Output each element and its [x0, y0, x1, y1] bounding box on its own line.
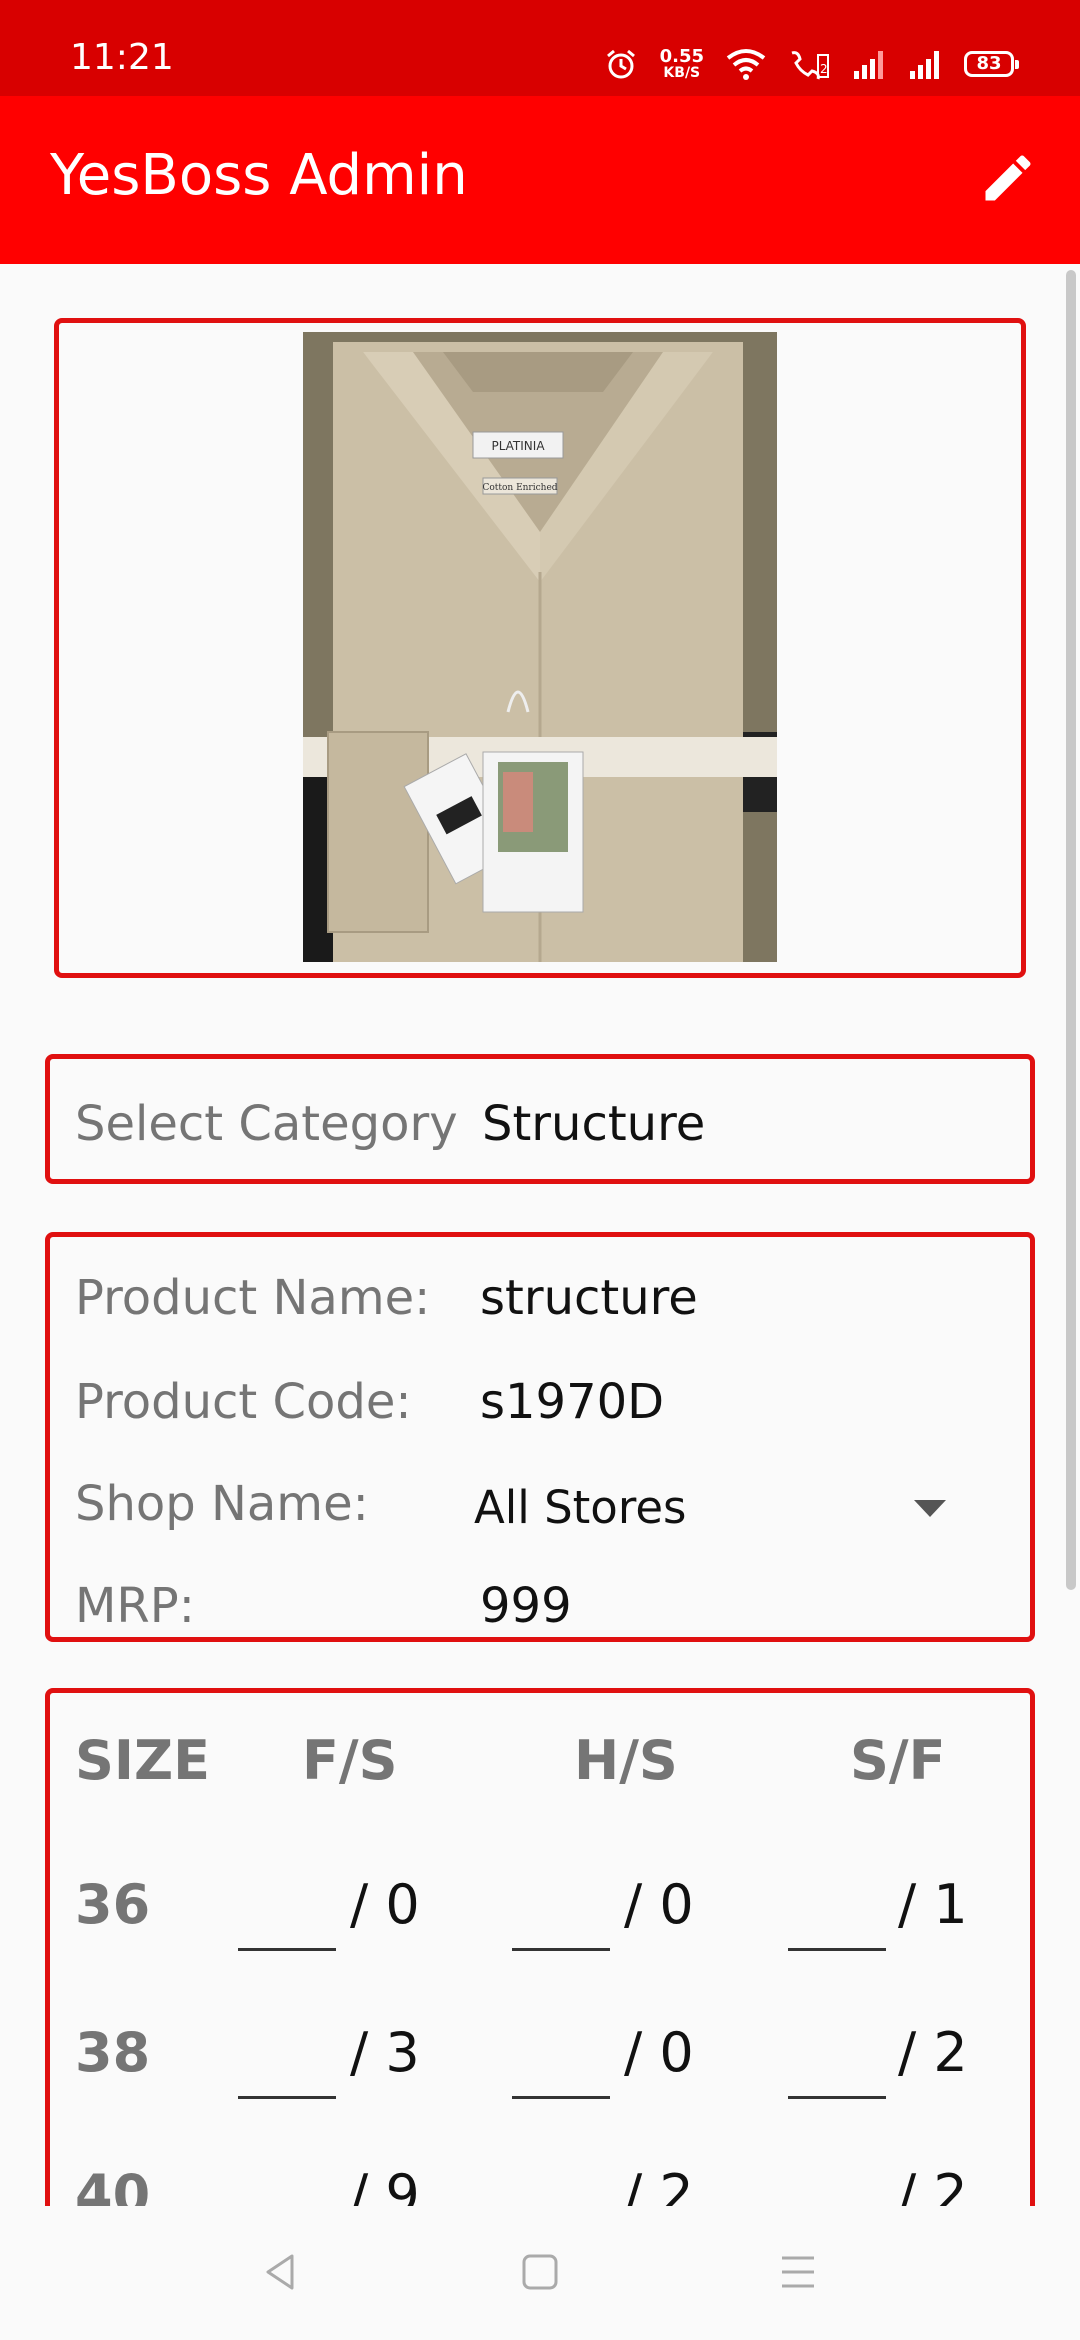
shop-name-label: Shop Name:: [75, 1476, 369, 1532]
wifi-calling-icon: 2: [788, 47, 830, 81]
category-value[interactable]: Structure: [482, 1094, 705, 1154]
sf-stock: / 2: [898, 2021, 968, 2084]
edit-button[interactable]: [968, 140, 1048, 220]
sf-qty-input[interactable]: [788, 2096, 886, 2099]
signal-icon: [908, 49, 942, 79]
app-bar: YesBoss Admin: [0, 96, 1080, 264]
hs-stock: / 0: [624, 2021, 694, 2084]
home-button[interactable]: [512, 2246, 568, 2302]
product-name-field[interactable]: structure: [480, 1268, 698, 1328]
fs-qty-input[interactable]: [238, 1948, 336, 1951]
back-icon: [258, 2250, 302, 2298]
mrp-label: MRP:: [75, 1578, 195, 1634]
svg-text:2: 2: [820, 62, 828, 76]
screen: 11:21 0.55 KB/S 2 83 YesBoss Admin PLATI…: [0, 0, 1080, 2340]
hs-qty-input[interactable]: [512, 2096, 610, 2099]
battery-indicator: 83: [964, 51, 1019, 77]
status-time: 11:21: [70, 37, 174, 78]
sf-qty-input[interactable]: [788, 1948, 886, 1951]
app-title: YesBoss Admin: [50, 143, 468, 208]
alarm-icon: [604, 47, 638, 81]
fs-stock: / 0: [350, 1873, 420, 1936]
net-speed: 0.55 KB/S: [659, 46, 704, 81]
hs-qty-input[interactable]: [512, 1948, 610, 1951]
hs-stock: / 0: [624, 1873, 694, 1936]
menu-icon: [776, 2250, 820, 2298]
shirt-brand-label: PLATINIA: [491, 439, 545, 453]
size-label: 38: [75, 2021, 151, 2084]
recents-button[interactable]: [770, 2246, 826, 2302]
mrp-field[interactable]: 999: [480, 1576, 572, 1636]
sf-stock: / 1: [898, 1873, 968, 1936]
product-code-label: Product Code:: [75, 1374, 412, 1430]
net-speed-unit: KB/S: [663, 65, 701, 81]
hs-header: H/S: [574, 1729, 678, 1792]
sf-header: S/F: [850, 1729, 946, 1792]
edit-icon: [978, 148, 1038, 212]
status-icons: 0.55 KB/S 2 83: [604, 44, 1019, 84]
system-nav-bar: [0, 2206, 1080, 2340]
signal-icon: [852, 49, 886, 79]
scrollbar[interactable]: [1066, 270, 1076, 1590]
size-label: 36: [75, 1873, 151, 1936]
fs-qty-input[interactable]: [238, 2096, 336, 2099]
home-icon: [518, 2250, 562, 2298]
fs-header: F/S: [302, 1729, 398, 1792]
wifi-icon: [726, 48, 766, 80]
shop-name-dropdown[interactable]: All Stores: [474, 1478, 686, 1538]
size-header: SIZE: [75, 1729, 211, 1792]
back-button[interactable]: [252, 2246, 308, 2302]
chevron-down-icon[interactable]: [914, 1500, 946, 1517]
product-name-label: Product Name:: [75, 1270, 431, 1326]
fs-stock: / 3: [350, 2021, 420, 2084]
category-label: Select Category: [75, 1096, 458, 1152]
product-code-field[interactable]: s1970D: [480, 1372, 664, 1432]
status-bar: 11:21 0.55 KB/S 2 83: [0, 0, 1080, 96]
shirt-tag-label: Cotton Enriched: [482, 483, 557, 493]
product-image[interactable]: PLATINIA Cotton Enriched: [303, 332, 777, 962]
net-speed-value: 0.55: [659, 46, 704, 67]
